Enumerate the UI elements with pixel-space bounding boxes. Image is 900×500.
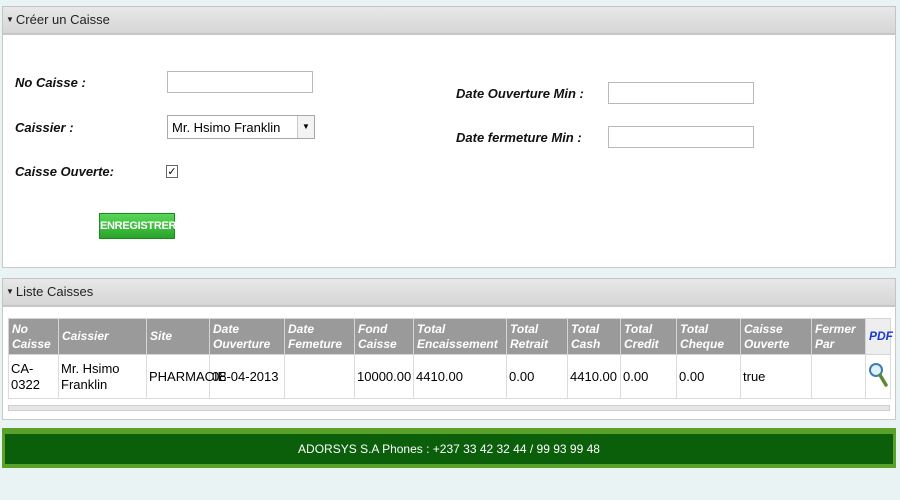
cell-caisse-ouverte: true [740,354,812,399]
table-header-row: No Caisse Caissier Site Date Ouverture D… [8,318,893,355]
cell-total-credit: 0.00 [620,354,677,399]
caisse-ouverte-checkbox[interactable]: ✓ [166,165,178,178]
date-fermeture-min-input[interactable] [608,126,754,148]
column-header[interactable]: Site [146,318,210,355]
caissier-label: Caissier : [15,120,74,135]
caissier-selected-value: Mr. Hsimo Franklin [172,120,281,135]
no-caisse-label: No Caisse : [15,75,86,90]
pdf-link[interactable]: PDF [865,318,893,355]
create-caisse-panel-header[interactable]: ▼ Créer un Caisse [2,6,896,34]
cell-total-encaissement: 4410.00 [413,354,507,399]
column-header[interactable]: Total Cheque [676,318,741,355]
cell-no-caisse: CA-0322 [8,354,59,399]
caisse-ouverte-label: Caisse Ouverte: [15,164,114,179]
cell-total-cash: 4410.00 [567,354,621,399]
liste-caisses-panel-header[interactable]: ▼ Liste Caisses [2,278,896,306]
magnifier-icon[interactable] [868,361,888,389]
cell-date-fermeture [284,354,355,399]
cell-action [865,354,891,399]
column-header[interactable]: Date Femeture [284,318,355,355]
no-caisse-input[interactable] [167,71,313,93]
footer-bar: ADORSYS S.A Phones : +237 33 42 32 44 / … [2,428,896,468]
date-ouverture-min-input[interactable] [608,82,754,104]
create-caisse-title: Créer un Caisse [15,12,110,27]
table-row[interactable]: CA-0322 Mr. Hsimo Franklin PHARMACIE 08-… [8,354,891,399]
column-header[interactable]: No Caisse [8,318,59,355]
column-header[interactable]: Fond Caisse [354,318,414,355]
date-ouverture-min-label: Date Ouverture Min : [456,86,584,101]
date-fermeture-min-label: Date fermeture Min : [456,130,582,145]
collapse-triangle-icon[interactable]: ▼ [6,287,14,296]
table-footer-bar [8,405,890,411]
cell-caissier: Mr. Hsimo Franklin [58,354,147,399]
cell-site: PHARMACIE [146,354,226,399]
caissier-select[interactable]: Mr. Hsimo Franklin ▼ [167,115,315,139]
cell-date-ouverture: 08-04-2013 [209,354,285,399]
cell-fermer-par [811,354,866,399]
cell-total-cheque: 0.00 [676,354,741,399]
column-header[interactable]: Total Encaissement [413,318,507,355]
chevron-down-icon[interactable]: ▼ [297,116,314,138]
column-header[interactable]: Total Cash [567,318,621,355]
column-header[interactable]: Total Retrait [506,318,568,355]
enregistrer-button[interactable]: ENREGISTRER [99,213,176,239]
column-header[interactable]: Total Credit [620,318,677,355]
column-header[interactable]: Caisse Ouverte [740,318,812,355]
column-header[interactable]: Date Ouverture [209,318,285,355]
column-header[interactable]: Fermer Par [811,318,866,355]
caisses-table: No Caisse Caissier Site Date Ouverture D… [8,318,893,399]
liste-caisses-title: Liste Caisses [15,284,94,299]
column-header[interactable]: Caissier [58,318,147,355]
cell-total-retrait: 0.00 [506,354,568,399]
cell-fond-caisse: 10000.00 [354,354,414,399]
create-caisse-form: No Caisse : Caissier : Mr. Hsimo Frankli… [2,34,896,268]
collapse-triangle-icon[interactable]: ▼ [6,15,14,24]
footer-text: ADORSYS S.A Phones : +237 33 42 32 44 / … [5,434,893,464]
